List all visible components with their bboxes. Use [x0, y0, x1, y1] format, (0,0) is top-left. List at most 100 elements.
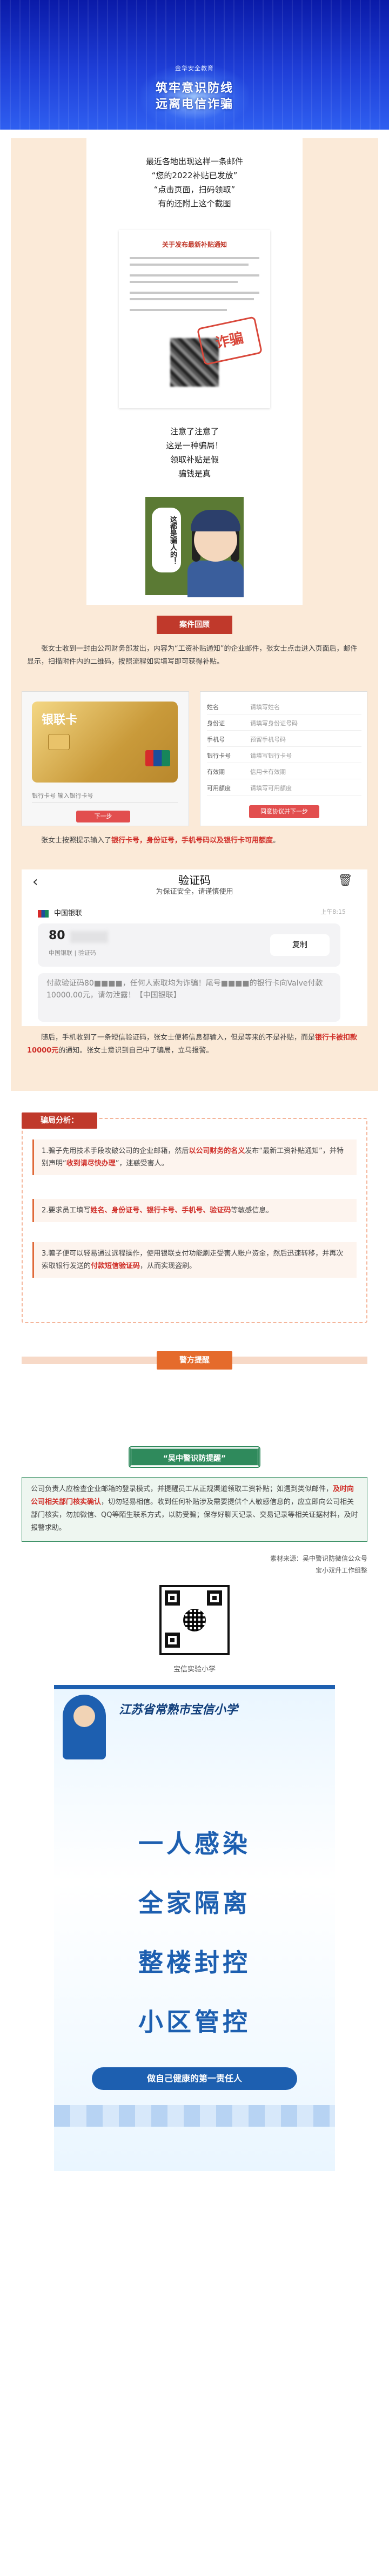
analysis-highlight: 收到请尽快办理 [66, 1159, 116, 1168]
analysis-item: 2.要求员工填写姓名、身份证号、银行卡号、手机号、验证码等敏感信息。 [32, 1199, 357, 1222]
code-blur [70, 931, 108, 943]
card-label: 银联卡 [42, 713, 78, 727]
fake-notice-screenshot: 关于发布最新补贴通知 诈骗 [119, 230, 270, 408]
form-row-value: 预留手机号码 [250, 736, 286, 743]
after-text-highlight: 银行卡号，身份证号，手机号码以及银行卡可用额度 [111, 837, 273, 845]
analysis-text: 1.骗子先用技术手段攻破公司的企业邮箱，然后 [42, 1147, 189, 1155]
banner-title-line1: 筑牢意识防线 [155, 82, 233, 95]
form-row-key: 姓名 [207, 704, 219, 711]
card-next-button: 下一步 [76, 811, 130, 822]
poster-slogan: 整楼封控 [138, 1948, 251, 1977]
city-skyline [54, 2105, 335, 2127]
sms-code-box: 80 中国银联 | 验证码 复制 [38, 923, 340, 967]
police-illustration: 这都是骗人的！ [143, 495, 246, 597]
intro-line: 有的还附上这个截图 [158, 199, 231, 208]
analysis-highlight: 付款短信验证码 [91, 1262, 140, 1270]
qr-code[interactable] [159, 1585, 230, 1655]
case-paragraph: 张女士收到一封由公司财务部发出，内容为“工资补贴通知”的企业邮件，张女士点击进入… [27, 645, 358, 666]
covid-poster: 江苏省常熟市宝信小学 一人感染 全家隔离 整楼封控 小区管控 做自己健康的第一责… [54, 1685, 335, 2171]
follow-text: 随后，手机收到了一条短信验证码，张女士便将信息都输入，但是等来的不是补贴，而是银… [27, 1031, 362, 1057]
sms-message: 付款验证码80■■■■，任何人索取均为诈骗！尾号■■■■的银行卡向Valve付款… [38, 973, 340, 1022]
analysis-text: ，从而实现盗刷。 [140, 1262, 197, 1270]
poster-slogan: 小区管控 [138, 2007, 251, 2036]
analysis-text: 2.要求员工填写 [42, 1206, 91, 1215]
form-row: 姓名 请填写姓名 [207, 700, 361, 714]
qr-finder [207, 1590, 222, 1606]
sms-time: 上午8:15 [320, 908, 346, 915]
notice-text-line [130, 309, 227, 311]
analysis-item: 3.骗子便可以轻易通过远程操作，使用银联支付功能刷走受害人账户资金，然后迅速转移… [32, 1242, 357, 1278]
notice-text-line [130, 292, 259, 294]
source-line: 宝小双升工作组整 [315, 1567, 367, 1574]
copy-button: 复制 [270, 934, 330, 956]
notice-text-line [130, 264, 249, 266]
intro-line: 最近各地出现这样一条邮件 [145, 157, 243, 166]
qr-finder [165, 1590, 180, 1606]
form-row: 可用额度 请填写可用额度 [207, 781, 361, 795]
poster-footer: 做自己健康的第一责任人 [92, 2067, 297, 2090]
bankcard-screenshot: 银联卡 银行卡号 输入银行卡号 下一步 [22, 691, 189, 826]
source-credit: 素材来源：吴中警识防微信公众号 宝小双升工作组整 [205, 1553, 367, 1576]
unionpay-logo-icon [38, 909, 49, 918]
form-row-key: 有效期 [207, 768, 225, 776]
sms-screenshot: ‹ 验证码 为保证安全，请谨慎使用 🗑 中国银联 上午8:15 80 中国银联 … [22, 869, 367, 1026]
police-body [187, 561, 244, 597]
form-row: 手机号 预留手机号码 [207, 733, 361, 747]
case-review-tag: 案件回顾 [157, 616, 232, 634]
form-row-value: 请填写身份证号码 [250, 720, 298, 727]
tip-text: 公司负责人应检查企业邮箱的登录模式，并提醒员工从正规渠道领取工资补贴；如遇到类似… [31, 1485, 333, 1493]
banner-brand: 金华安全教育 [175, 65, 214, 72]
form-row: 银行卡号 请填写银行卡号 [207, 749, 361, 763]
after-text-part: 张女士按照提示输入了 [41, 837, 112, 845]
intro-line: “点击页面，扫码领取” [153, 185, 236, 194]
sms-title: 验证码 [178, 874, 211, 887]
poster-slogan: 一人感染 [138, 1829, 251, 1858]
police-speech-bubble: 这都是骗人的！ [152, 508, 181, 572]
sms-sender: 中国银联 [54, 909, 83, 918]
sms-header: ‹ 验证码 为保证安全，请谨慎使用 🗑 [22, 869, 367, 900]
analysis-tag: 骗局分析： [22, 1112, 97, 1129]
sms-subtitle: 为保证安全，请谨慎使用 [156, 888, 233, 896]
prevention-tag: 警方提醒 [157, 1351, 232, 1370]
form-submit-button: 同意协议并下一步 [249, 805, 319, 818]
form-row-value: 信用卡有效期 [250, 768, 286, 776]
card-number-field: 银行卡号 输入银行卡号 [32, 789, 178, 803]
analysis-highlight: 姓名、身份证号、银行卡号、手机号、验证码 [90, 1206, 231, 1215]
form-row: 身份证 请填写身份证号码 [207, 717, 361, 731]
notice-text-line [130, 274, 259, 277]
form-row-value: 请填写银行卡号 [250, 752, 292, 759]
after-input-text: 张女士按照提示输入了银行卡号，身份证号，手机号码以及银行卡可用额度。 [27, 834, 362, 847]
sms-code-source: 中国银联 | 验证码 [49, 949, 96, 956]
form-row-value: 请填写可用额度 [250, 785, 292, 792]
after-text-part: 。 [273, 837, 280, 845]
sms-sender-row: 中国银联 上午8:15 [38, 907, 362, 918]
notice-text-line [130, 257, 259, 259]
form-row-key: 银行卡号 [207, 752, 231, 759]
school-name: 宝信实验小学 [173, 1665, 216, 1674]
notice-text-line [130, 281, 238, 283]
intro-line: “您的2022补贴已发放” [151, 171, 238, 180]
doctor-illustration [63, 1695, 106, 1759]
form-row-key: 身份证 [207, 720, 225, 727]
analysis-highlight: 以公司财务的名义 [189, 1147, 245, 1155]
poster-slogan: 全家隔离 [138, 1889, 251, 1918]
card-chip [48, 734, 70, 750]
tip-box: 公司负责人应检查企业邮箱的登录模式，并提醒员工从正规渠道领取工资补贴；如遇到类似… [22, 1477, 367, 1542]
analysis-item: 1.骗子先用技术手段攻破公司的企业邮箱，然后以公司财务的名义发布“最新工资补贴通… [32, 1139, 357, 1175]
qr-finder [165, 1633, 180, 1648]
info-form-screenshot: 姓名 请填写姓名 身份证 请填写身份证号码 手机号 预留手机号码 银行卡号 请填写银行卡… [200, 691, 367, 826]
header-banner: 金华安全教育 筑牢意识防线 远离电信诈骗 [0, 0, 389, 130]
outro-line: 这是一种骗局！ [166, 441, 223, 450]
sms-code: 80 [49, 929, 65, 942]
outro-line: 注意了注意了 [170, 427, 219, 436]
police-hat [191, 510, 240, 531]
source-line: 素材来源：吴中警识防微信公众号 [270, 1555, 367, 1562]
follow-text-part: 随后，手机收到了一条短信验证码，张女士便将信息都输入，但是等来的不是补贴，而是 [41, 1034, 316, 1042]
form-row-value: 请填写姓名 [250, 704, 280, 711]
poster-header: 江苏省常熟市宝信小学 [119, 1703, 238, 1717]
unionpay-logo-icon [145, 750, 170, 766]
tip-heading: “吴中警识防提醒” [130, 1447, 259, 1467]
form-row: 有效期 信用卡有效期 [207, 765, 361, 779]
banner-title-line2: 远离电信诈骗 [155, 98, 233, 111]
analysis-text: 等敏感信息。 [231, 1206, 273, 1215]
